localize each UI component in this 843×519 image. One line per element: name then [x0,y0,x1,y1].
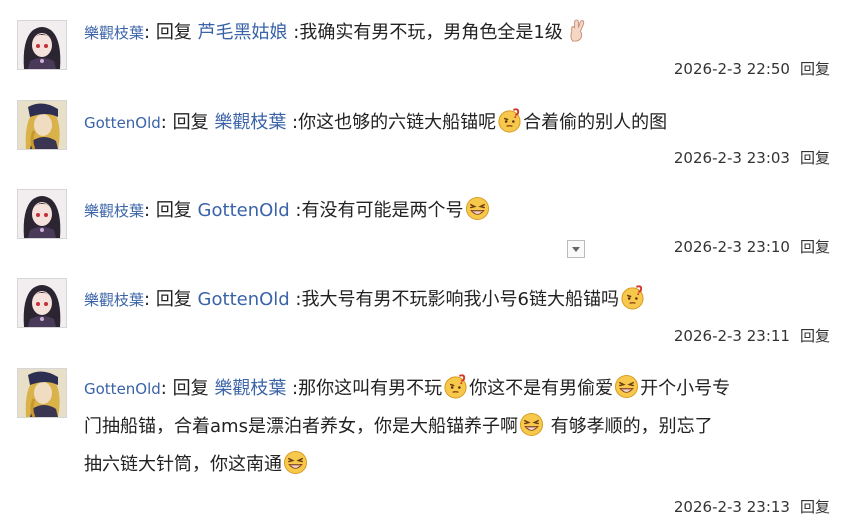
author-link[interactable]: 樂觀枝葉 [84,291,144,309]
avatar[interactable] [17,368,67,418]
comment-body: GottenOld: 回复 樂觀枝葉 :那你这叫有男不玩 你这不是有男偷爱 开个小号… [84,370,832,484]
comment-text: :那你这叫有男不玩 [286,378,443,399]
author-link[interactable]: GottenOld [84,114,161,132]
comment-text: 开个小号专 [640,378,731,399]
comment-text: :有没有可能是两个号 [289,200,464,221]
timestamp: 2026-2-3 23:13 [673,498,790,516]
mention-link[interactable]: 樂觀枝葉 [214,112,286,133]
blonde-character-avatar-icon [18,369,66,417]
author-colon: : [144,22,156,43]
reply-button[interactable]: 回复 [800,238,830,256]
reply-button[interactable]: 回复 [800,498,830,516]
confused-question-emoji-icon [620,285,645,310]
mention-link[interactable]: 樂觀枝葉 [214,378,286,399]
comment-text: :我确实有男不玩，男角色全是1级 [287,22,563,43]
timestamp: 2026-2-3 23:10 [673,238,790,256]
comment-meta: 2026-2-3 23:03 回复 [674,147,830,168]
reply-button[interactable]: 回复 [800,60,830,78]
avatar[interactable] [17,20,67,70]
comment-meta: 2026-2-3 23:10 回复 [674,236,830,257]
reply-button[interactable]: 回复 [800,149,830,167]
squint-grin-emoji-icon [614,374,639,399]
reply-prefix: 回复 [155,22,198,43]
author-link[interactable]: 樂觀枝葉 [84,24,144,42]
squint-grin-emoji-icon [465,196,490,221]
mention-link[interactable]: 芦毛黑姑娘 [198,22,288,43]
timestamp: 2026-2-3 23:11 [673,327,790,345]
confused-question-emoji-icon [497,108,522,133]
reply-prefix: 回复 [172,378,215,399]
squint-grin-emoji-icon [283,450,308,475]
author-colon: : [144,289,156,310]
author-colon: : [144,200,156,221]
confused-question-emoji-icon [443,374,468,399]
comment-body: 樂觀枝葉: 回复 GottenOld :我大号有男不玩影响我小号6链大船锚吗 [84,281,832,319]
comment-text: 合着偷的别人的图 [523,112,668,133]
anime-girl-avatar-icon [18,279,66,327]
comment-text: :我大号有男不玩影响我小号6链大船锚吗 [289,289,619,310]
reply-button[interactable]: 回复 [800,327,830,345]
reply-prefix: 回复 [155,200,198,221]
comment-meta: 2026-2-3 23:13 回复 [674,496,830,517]
peace-hand-emoji-icon [564,18,589,43]
mention-link[interactable]: GottenOld [198,200,290,221]
comment-text: 有够孝顺的，别忘了 [544,416,713,437]
comment-body: 樂觀枝葉: 回复 芦毛黑姑娘 :我确实有男不玩，男角色全是1级 [84,14,832,52]
author-link[interactable]: GottenOld [84,380,161,398]
timestamp: 2026-2-3 22:50 [673,60,790,78]
comment-meta: 2026-2-3 22:50 回复 [674,58,830,79]
comment-meta: 2026-2-3 23:11 回复 [674,325,830,346]
avatar[interactable] [17,189,67,239]
author-link[interactable]: 樂觀枝葉 [84,202,144,220]
squint-grin-emoji-icon [519,412,544,437]
anime-girl-avatar-icon [18,190,66,238]
reply-prefix: 回复 [172,112,215,133]
comment-text: 你这不是有男偷爱 [469,378,614,399]
mention-link[interactable]: GottenOld [198,289,290,310]
chevron-down-icon[interactable] [567,240,585,258]
comment-text: 门抽船锚，合着ams是漂泊者养女，你是大船锚养子啊 [84,416,518,437]
reply-prefix: 回复 [155,289,198,310]
timestamp: 2026-2-3 23:03 [673,149,790,167]
blonde-character-avatar-icon [18,101,66,149]
comment-body: GottenOld: 回复 樂觀枝葉 :你这也够的六链大船锚呢 合着偷的别人的图 [84,104,832,142]
anime-girl-avatar-icon [18,21,66,69]
comment-body: 樂觀枝葉: 回复 GottenOld :有没有可能是两个号 [84,192,832,230]
comment-text: :你这也够的六链大船锚呢 [286,112,497,133]
avatar[interactable] [17,278,67,328]
avatar[interactable] [17,100,67,150]
author-colon: : [160,112,173,133]
comment-text: 抽六链大针筒，你这南通 [84,454,282,475]
author-colon: : [160,378,173,399]
